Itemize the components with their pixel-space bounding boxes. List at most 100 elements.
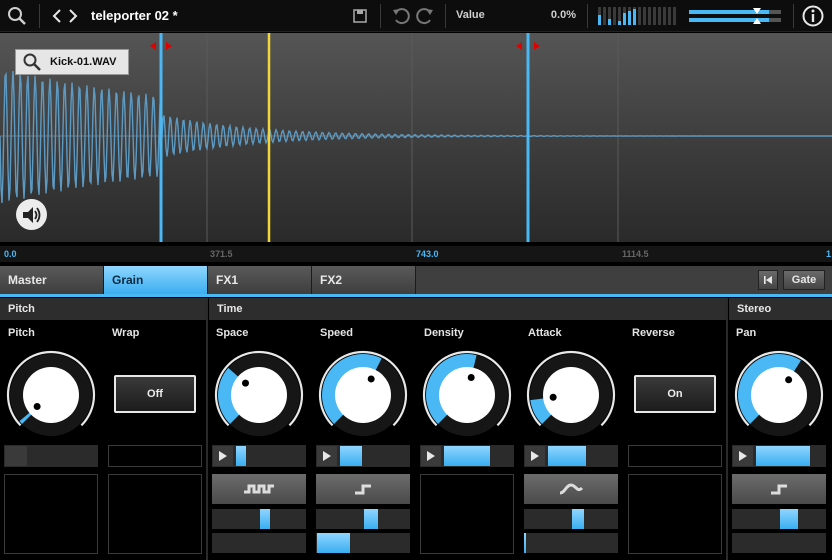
- step-wave-icon: [771, 484, 787, 495]
- attack-mod-slider[interactable]: [524, 445, 618, 467]
- ruler-label: 0.0: [4, 249, 17, 259]
- pan-label: Pan: [736, 327, 757, 339]
- reverse-label: Reverse: [632, 327, 675, 339]
- skip-back-icon: [764, 276, 772, 284]
- density-mod-slider[interactable]: [420, 445, 514, 467]
- tab-master[interactable]: Master: [0, 266, 104, 294]
- pan-depth-slider[interactable]: [732, 533, 826, 553]
- knob-indicator: [549, 393, 557, 401]
- ruler-label: 371.5: [210, 249, 233, 259]
- space-shape-button[interactable]: [212, 474, 306, 504]
- attack-depth-slider[interactable]: [524, 533, 618, 553]
- space-rate-slider[interactable]: [212, 509, 306, 529]
- slider-thumb: [364, 509, 378, 529]
- pitch-mod-panel: [4, 474, 98, 554]
- wrap-mod-slot: [108, 445, 202, 467]
- next-preset-icon[interactable]: [66, 6, 80, 26]
- mod-amount: [340, 446, 362, 466]
- speed-shape-button[interactable]: [316, 474, 410, 504]
- knob-indicator: [241, 379, 249, 387]
- search-icon[interactable]: [6, 5, 28, 27]
- output-level-slider[interactable]: [689, 8, 781, 24]
- space-knob[interactable]: [213, 349, 305, 441]
- toolbar: teleporter 02 * Value 0.0%: [0, 0, 832, 32]
- speed-knob[interactable]: [317, 349, 409, 441]
- wrap-toggle-button[interactable]: Off: [114, 375, 196, 413]
- attack-knob[interactable]: [525, 349, 617, 441]
- value-label: Value: [456, 9, 485, 21]
- slider-fill: [524, 533, 526, 553]
- knob-cap: [231, 367, 287, 423]
- tab-underline: [0, 294, 832, 297]
- preset-name[interactable]: teleporter 02 *: [91, 8, 178, 23]
- tab-grain[interactable]: Grain: [104, 266, 208, 294]
- knob-indicator: [785, 376, 793, 384]
- slider-fill: [317, 533, 350, 553]
- speaker-icon: [22, 206, 42, 224]
- pitch-mod-slider[interactable]: [4, 445, 98, 467]
- divider: [39, 4, 40, 28]
- section-stereo: Stereo: [729, 298, 832, 320]
- magnifier-icon: [22, 52, 42, 72]
- knob-cap: [439, 367, 495, 423]
- density-knob[interactable]: [421, 349, 513, 441]
- sample-file-name: Kick-01.WAV: [50, 56, 117, 68]
- mod-amount: [756, 446, 810, 466]
- ruler-label: 743.0: [416, 249, 439, 259]
- mod-amount: [236, 446, 246, 466]
- waveform-display[interactable]: Kick-01.WAV: [0, 33, 832, 242]
- space-mod-slider[interactable]: [212, 445, 306, 467]
- speed-depth-slider[interactable]: [316, 533, 410, 553]
- pan-rate-slider[interactable]: [732, 509, 826, 529]
- gate-button[interactable]: Gate: [783, 270, 825, 290]
- attack-shape-button[interactable]: [524, 474, 618, 504]
- pan-shape-button[interactable]: [732, 474, 826, 504]
- divider: [206, 298, 208, 560]
- speed-label: Speed: [320, 327, 354, 339]
- reverse-mod-panel: [628, 474, 722, 554]
- info-icon[interactable]: [801, 4, 825, 28]
- gate-reset-button[interactable]: [758, 270, 778, 290]
- speed-rate-slider[interactable]: [316, 509, 410, 529]
- play-icon[interactable]: [525, 446, 545, 466]
- attack-rate-slider[interactable]: [524, 509, 618, 529]
- knob-indicator: [467, 373, 475, 381]
- reverse-toggle-button[interactable]: On: [634, 375, 716, 413]
- tab-fx1[interactable]: FX1: [208, 266, 312, 294]
- play-icon[interactable]: [421, 446, 441, 466]
- space-depth-slider[interactable]: [212, 533, 306, 553]
- knob-indicator: [33, 402, 41, 410]
- mod-amount: [548, 446, 586, 466]
- voice-meter: [598, 7, 678, 25]
- play-icon[interactable]: [213, 446, 233, 466]
- prev-preset-icon[interactable]: [50, 6, 64, 26]
- divider: [793, 4, 794, 28]
- pan-mod-slider[interactable]: [732, 445, 826, 467]
- save-icon[interactable]: [351, 7, 369, 25]
- knob-indicator: [367, 375, 375, 383]
- audition-button[interactable]: [16, 199, 47, 230]
- sample-file-button[interactable]: Kick-01.WAV: [15, 49, 129, 75]
- ruler-label: 1: [826, 249, 832, 259]
- density-mod-panel: [420, 474, 514, 554]
- speed-mod-slider[interactable]: [316, 445, 410, 467]
- play-icon[interactable]: [733, 446, 753, 466]
- tab-bar: Master Grain FX1 FX2: [0, 266, 832, 294]
- ruler-label: 1114.5: [622, 249, 649, 259]
- mod-amount: [444, 446, 490, 466]
- random-wave-icon: [244, 484, 274, 494]
- divider: [445, 4, 446, 28]
- redo-icon[interactable]: [415, 6, 435, 26]
- play-icon[interactable]: [317, 446, 337, 466]
- time-ruler: 0.0 371.5 743.0 1114.5 1: [0, 246, 832, 262]
- knob-cap: [335, 367, 391, 423]
- wrap-label: Wrap: [112, 327, 140, 339]
- pan-knob[interactable]: [733, 349, 825, 441]
- divider: [726, 298, 728, 560]
- divider: [380, 4, 381, 28]
- undo-icon[interactable]: [391, 6, 411, 26]
- tab-fx2[interactable]: FX2: [312, 266, 416, 294]
- slider-thumb: [572, 509, 584, 529]
- pitch-knob[interactable]: [5, 349, 97, 441]
- wrap-mod-panel: [108, 474, 202, 554]
